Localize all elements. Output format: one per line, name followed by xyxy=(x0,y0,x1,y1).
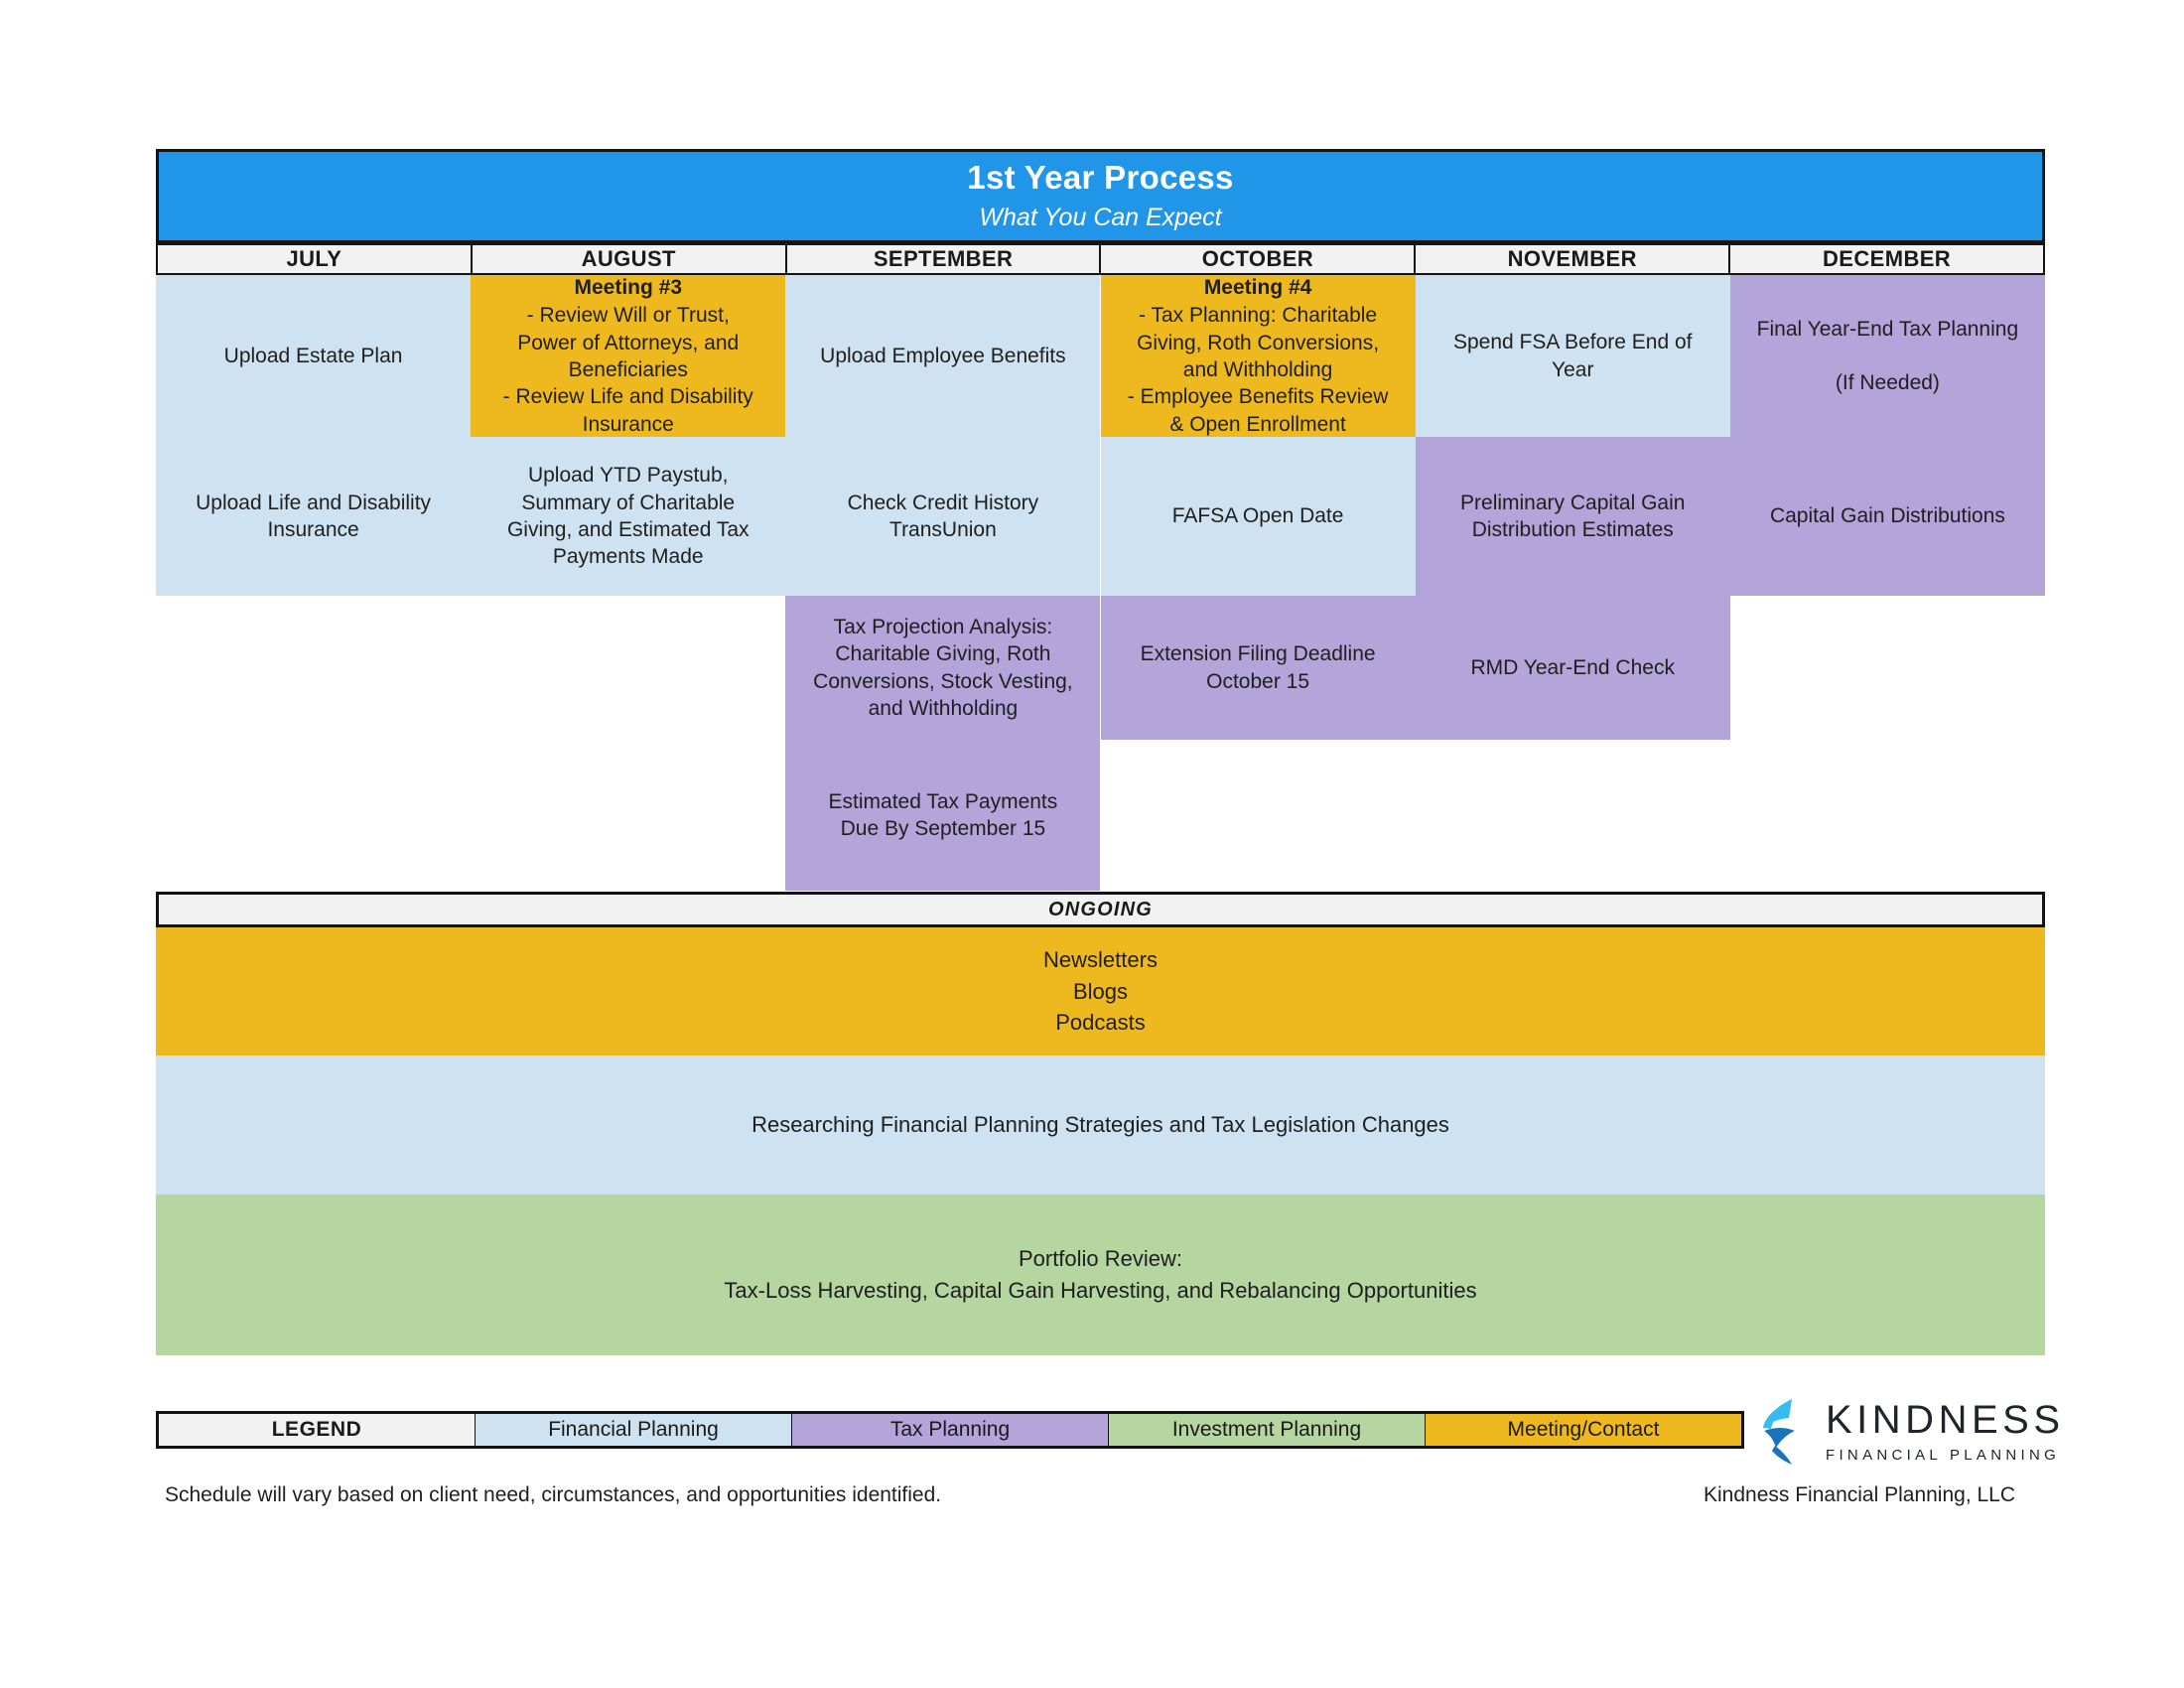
ongoing-band: Researching Financial Planning Strategie… xyxy=(156,1055,2045,1195)
timeline-cell: Spend FSA Before End of Year xyxy=(1415,275,1730,437)
meeting-body: - Tax Planning: Charitable Giving, Roth … xyxy=(1127,304,1389,436)
timeline-cell: Meeting #4 - Tax Planning: Charitable Giv… xyxy=(1100,275,1416,437)
cell-text: Upload YTD Paystub, Summary of Charitabl… xyxy=(506,464,750,569)
timeline-cell: Capital Gain Distributions xyxy=(1729,437,2045,596)
ongoing-band: Portfolio Review: Tax-Loss Harvesting, C… xyxy=(156,1195,2045,1355)
cell-text: Upload Life and Disability Insurance xyxy=(196,491,432,541)
meeting-title: Meeting #3 xyxy=(574,276,682,300)
footer-company: Kindness Financial Planning, LLC xyxy=(1704,1483,2016,1506)
ongoing-band: Newsletters Blogs Podcasts xyxy=(156,927,2045,1055)
legend-title: LEGEND xyxy=(159,1414,476,1446)
timeline-cell: Meeting #3 - Review Will or Trust, Power … xyxy=(471,275,786,437)
cell-text: RMD Year-End Check xyxy=(1470,655,1675,679)
title-banner: 1st Year Process What You Can Expect xyxy=(156,149,2045,243)
month-header-november: NOVEMBER xyxy=(1415,243,1730,275)
logo-text: KINDNESS FINANCIAL PLANNING xyxy=(1826,1400,2065,1463)
logo-tagline: FINANCIAL PLANNING xyxy=(1826,1447,2061,1464)
timeline-cell: Upload Estate Plan xyxy=(156,275,472,437)
timeline-grid: Upload Estate Plan Upload Life and Disabi… xyxy=(156,275,2045,891)
process-timeline-sheet: 1st Year Process What You Can Expect JUL… xyxy=(0,0,2184,1688)
month-header-row: JULY AUGUST SEPTEMBER OCTOBER NOVEMBER DECEMB… xyxy=(156,243,2045,275)
legend-item-meeting-contact: Meeting/Contact xyxy=(1426,1414,1741,1446)
ongoing-band-text: Newsletters Blogs Podcasts xyxy=(1043,946,1158,1036)
month-header-august: AUGUST xyxy=(471,243,786,275)
ongoing-label: ONGOING xyxy=(1047,898,1154,920)
cell-text: Estimated Tax Payments Due By September … xyxy=(828,789,1058,840)
timeline-cell: Extension Filing Deadline October 15 xyxy=(1100,596,1416,740)
timeline-cell: Upload Employee Benefits xyxy=(785,275,1101,437)
ongoing-band-text: Portfolio Review: Tax-Loss Harvesting, C… xyxy=(724,1246,1477,1303)
timeline-cell: Check Credit History TransUnion xyxy=(785,437,1101,596)
timeline-cell: Final Year-End Tax Planning (If Needed) xyxy=(1729,275,2045,437)
footer-disclaimer: Schedule will vary based on client need,… xyxy=(165,1483,942,1506)
timeline-cell: Upload Life and Disability Insurance xyxy=(156,437,472,596)
logo-wordmark: KINDNESS xyxy=(1826,1398,2065,1442)
legend-item-investment-planning: Investment Planning xyxy=(1109,1414,1426,1446)
timeline-cell: Estimated Tax Payments Due By September … xyxy=(785,740,1101,891)
cell-text: FAFSA Open Date xyxy=(1171,504,1344,528)
legend-item-tax-planning: Tax Planning xyxy=(792,1414,1109,1446)
cell-text: Capital Gain Distributions xyxy=(1769,504,2005,528)
month-header-october: OCTOBER xyxy=(1100,243,1416,275)
cell-text: Upload Estate Plan xyxy=(223,344,403,367)
ongoing-header: ONGOING xyxy=(156,892,2045,927)
timeline-cell: RMD Year-End Check xyxy=(1415,596,1730,740)
legend-item-financial-planning: Financial Planning xyxy=(476,1414,792,1446)
legend: LEGEND Financial Planning Tax Planning Inve… xyxy=(156,1411,1744,1449)
page-subtitle: What You Can Expect xyxy=(979,204,1222,232)
cell-text: Extension Filing Deadline October 15 xyxy=(1140,642,1376,693)
meeting-body: - Review Will or Trust, Power of Attorne… xyxy=(502,304,753,436)
cell-text: Check Credit History TransUnion xyxy=(847,491,1039,541)
cell-text: Spend FSA Before End of Year xyxy=(1452,331,1693,381)
timeline-cell: Upload YTD Paystub, Summary of Charitabl… xyxy=(471,437,786,596)
meeting-title: Meeting #4 xyxy=(1203,276,1312,300)
company-logo: KINDNESS FINANCIAL PLANNING xyxy=(1762,1396,2060,1470)
month-header-december: DECEMBER xyxy=(1729,243,2045,275)
cell-text: Tax Projection Analysis: Charitable Givi… xyxy=(813,615,1073,720)
timeline-cell: FAFSA Open Date xyxy=(1100,437,1416,596)
timeline-cell: Tax Projection Analysis: Charitable Givi… xyxy=(785,596,1101,740)
ongoing-band-text: Researching Financial Planning Strategie… xyxy=(751,1112,1449,1138)
timeline-cell: Preliminary Capital Gain Distribution Es… xyxy=(1415,437,1730,596)
month-header-july: JULY xyxy=(156,243,472,275)
cell-text: Preliminary Capital Gain Distribution Es… xyxy=(1460,491,1686,541)
month-header-september: SEPTEMBER xyxy=(785,243,1101,275)
cell-text: Upload Employee Benefits xyxy=(820,344,1066,367)
kindness-mark-icon xyxy=(1762,1398,1816,1466)
page-title: 1st Year Process xyxy=(967,159,1234,197)
cell-text: Final Year-End Tax Planning (If Needed) xyxy=(1756,317,2019,395)
